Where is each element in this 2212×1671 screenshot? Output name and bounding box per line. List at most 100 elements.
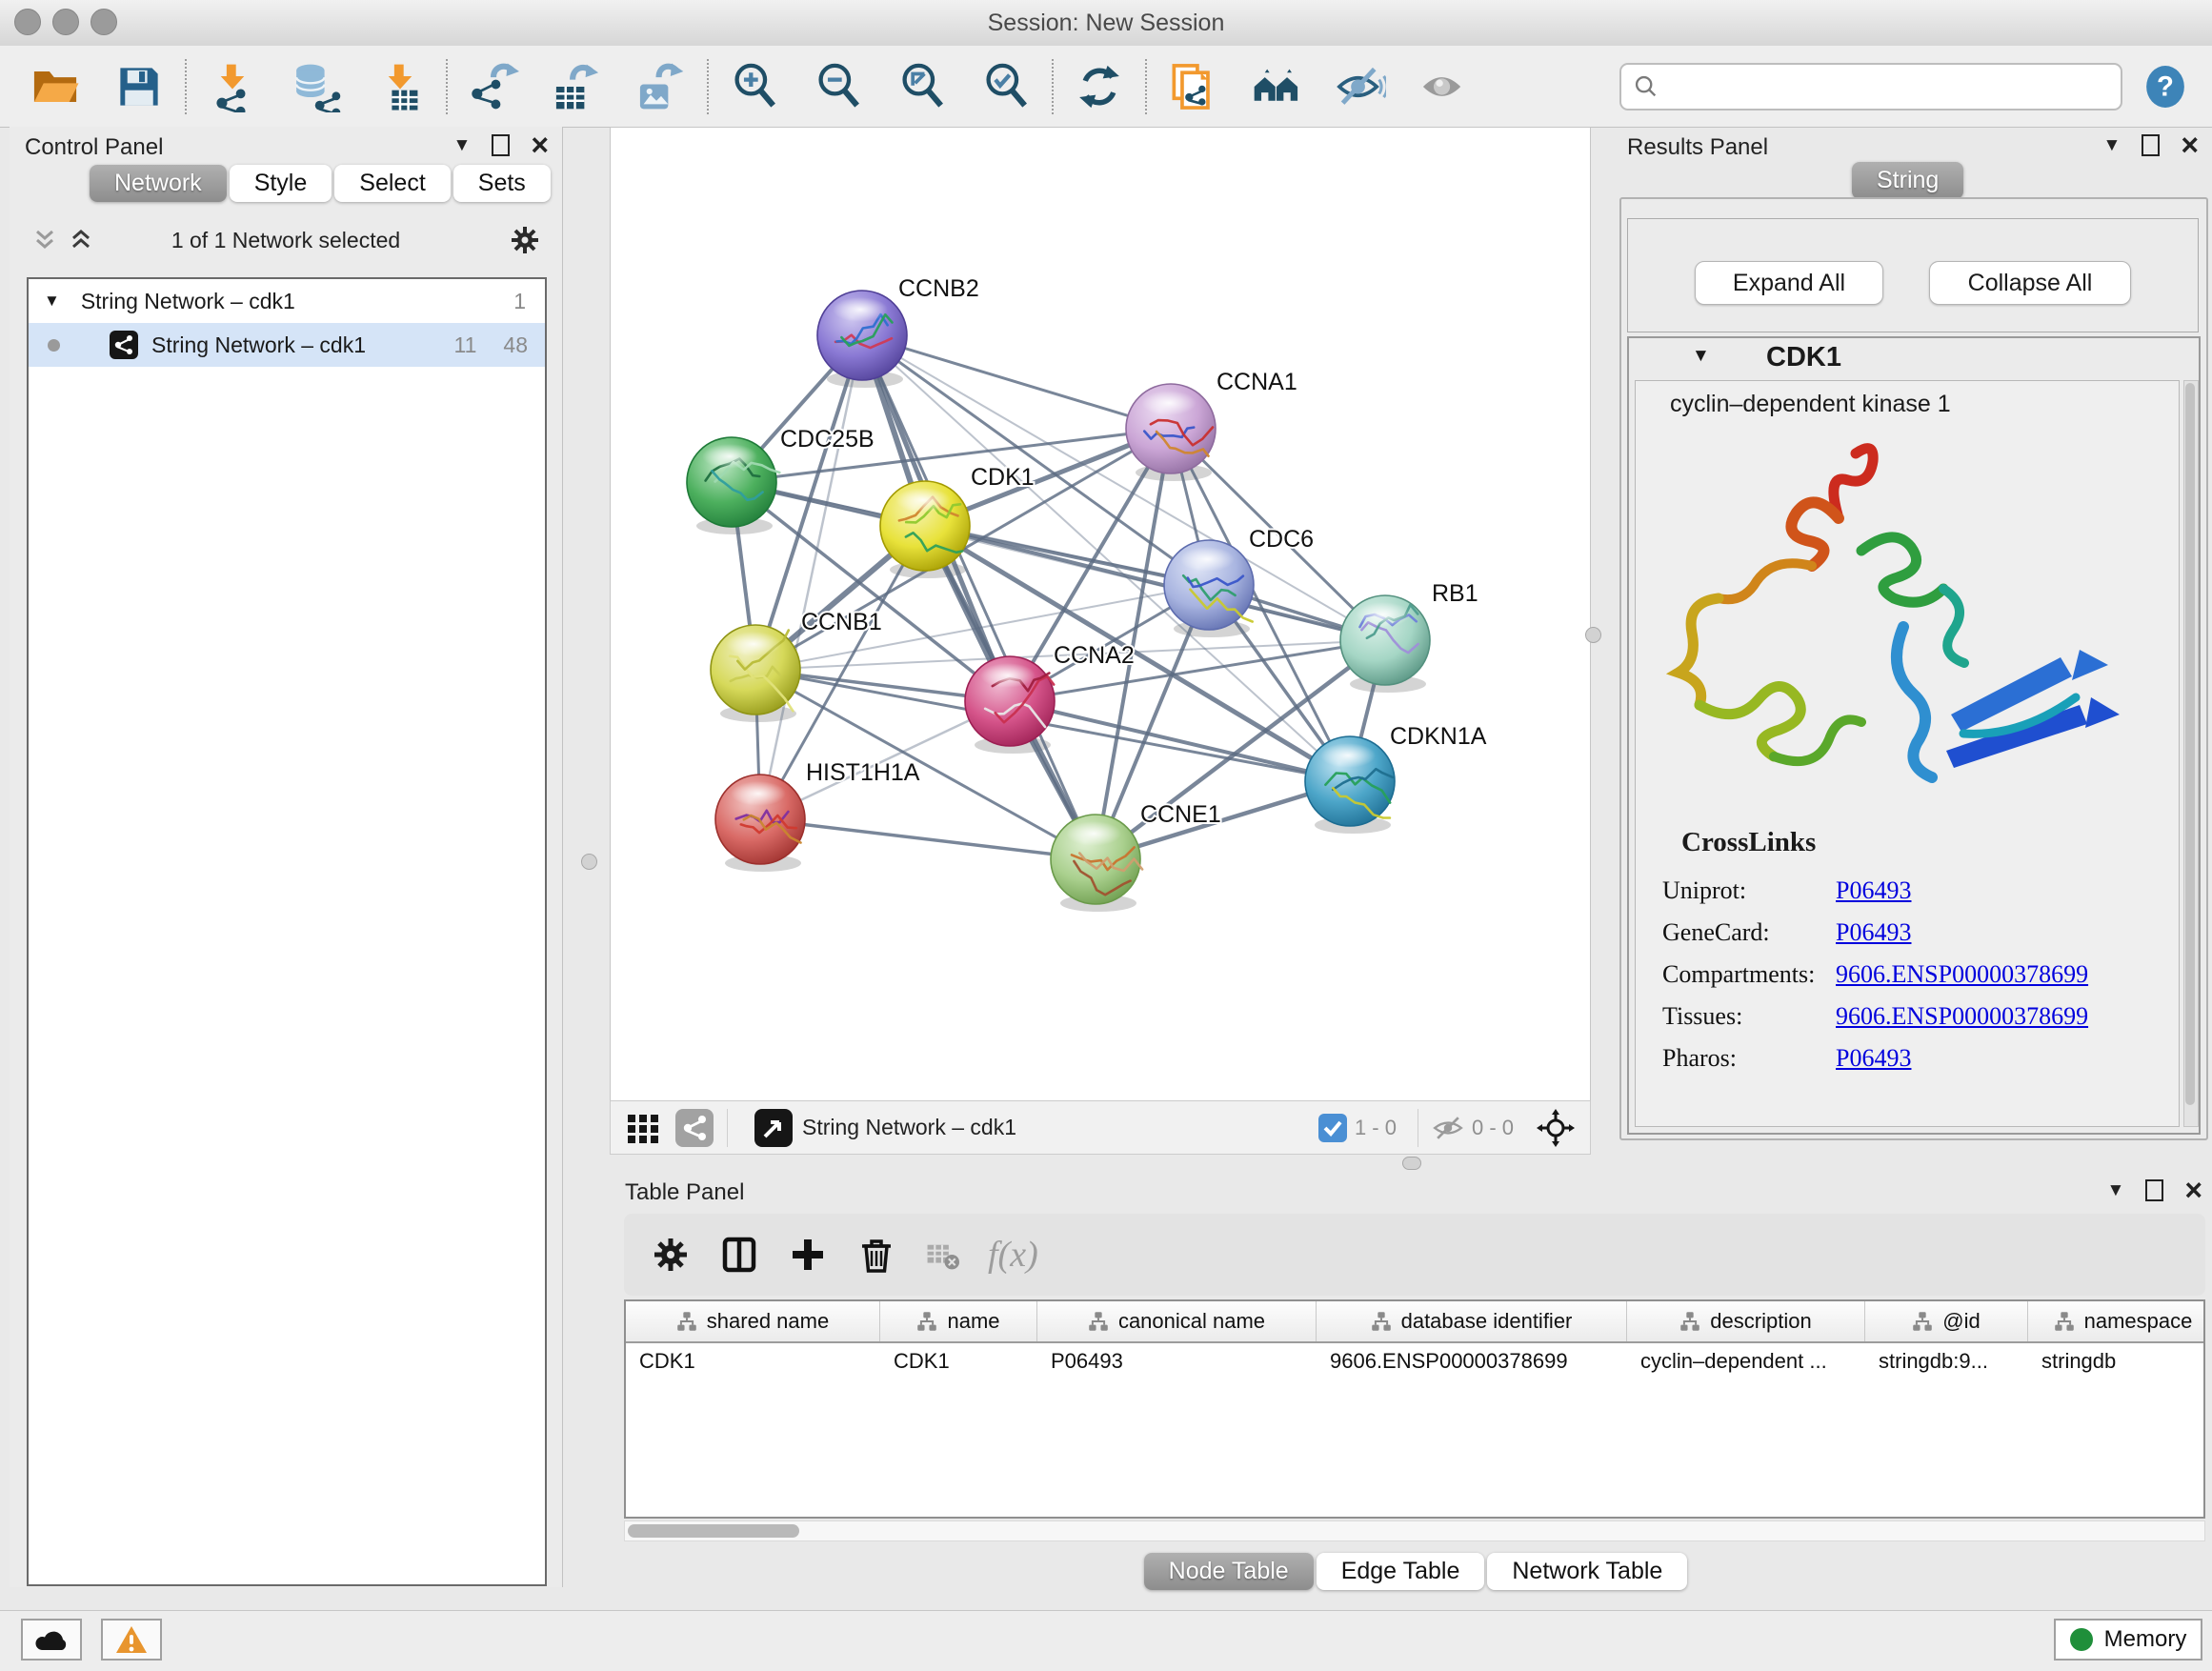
- zoom-selected-icon[interactable]: [964, 53, 1048, 120]
- crosslink-link-uniprot[interactable]: P06493: [1836, 876, 1911, 905]
- open-session-icon[interactable]: [13, 53, 97, 120]
- search-input[interactable]: [1669, 73, 2109, 100]
- network-edge-CCNB2-CCNA1[interactable]: [862, 335, 1171, 429]
- window-zoom-button[interactable]: [90, 9, 117, 35]
- network-node-CCNB1[interactable]: CCNB1: [711, 609, 882, 715]
- network-node-CDKN1A[interactable]: CDKN1A: [1305, 723, 1487, 826]
- tab-node-table[interactable]: Node Table: [1144, 1553, 1314, 1590]
- bottom-splitter-handle[interactable]: [1402, 1157, 1421, 1170]
- warnings-button[interactable]: [101, 1619, 162, 1661]
- window-minimize-button[interactable]: [52, 9, 79, 35]
- results-scrollbar-thumb[interactable]: [2185, 383, 2195, 1105]
- import-network-file-icon[interactable]: [191, 53, 274, 120]
- cloud-status-button[interactable]: [21, 1619, 82, 1661]
- delete-column-icon[interactable]: [856, 1235, 896, 1275]
- network-edge-CDK1-RB1[interactable]: [925, 526, 1385, 640]
- crosslink-link-tissues[interactable]: 9606.ENSP00000378699: [1836, 1002, 2088, 1031]
- selected-checkbox-icon[interactable]: [1318, 1114, 1347, 1142]
- right-splitter-handle[interactable]: [1585, 627, 1601, 643]
- column-header-canonical-name[interactable]: canonical name: [1037, 1301, 1317, 1341]
- close-panel-icon[interactable]: ×: [2184, 1181, 2202, 1199]
- column-header-id[interactable]: @id: [1865, 1301, 2028, 1341]
- collapse-panel-icon[interactable]: ▼: [453, 135, 472, 156]
- network-edge-HIST1H1A-CCNE1[interactable]: [760, 819, 1096, 859]
- window-close-button[interactable]: [14, 9, 41, 35]
- network-node-RB1[interactable]: RB1: [1340, 580, 1478, 685]
- protein-name: CDK1: [1766, 342, 1841, 373]
- crosslink-link-genecard[interactable]: P06493: [1836, 918, 1911, 947]
- float-panel-icon[interactable]: [2145, 1179, 2163, 1201]
- table-row[interactable]: CDK1CDK1P064939606.ENSP00000378699cyclin…: [626, 1343, 2203, 1379]
- collapse-panel-icon[interactable]: ▼: [2103, 135, 2122, 156]
- left-splitter-handle[interactable]: [581, 854, 597, 870]
- protein-panel-header[interactable]: ▼ CDK1: [1629, 338, 2199, 378]
- column-header-shared-name[interactable]: shared name: [626, 1301, 880, 1341]
- collapse-all-button[interactable]: Collapse All: [1929, 261, 2131, 305]
- tab-select[interactable]: Select: [334, 165, 450, 202]
- network-node-HIST1H1A[interactable]: HIST1H1A: [715, 759, 920, 864]
- birds-eye-view-icon[interactable]: [1535, 1107, 1577, 1149]
- tab-string[interactable]: String: [1852, 162, 1963, 199]
- float-panel-icon[interactable]: [2142, 134, 2160, 156]
- collapse-panel-icon[interactable]: ▼: [2107, 1180, 2125, 1201]
- close-panel-icon[interactable]: ×: [531, 136, 549, 154]
- expand-all-button[interactable]: Expand All: [1695, 261, 1883, 305]
- tab-sets[interactable]: Sets: [453, 165, 551, 202]
- tab-style[interactable]: Style: [230, 165, 332, 202]
- help-icon[interactable]: ?: [2143, 65, 2187, 109]
- network-canvas[interactable]: CCNB2CCNA1CDC25BCDK1CDC6RB1CCNB1CCNA2CDK…: [610, 127, 1591, 1101]
- table-scrollbar-thumb[interactable]: [628, 1524, 799, 1538]
- crosslink-link-pharos[interactable]: P06493: [1836, 1044, 1911, 1073]
- delete-table-icon[interactable]: [925, 1238, 959, 1272]
- network-edge-CCNA2-CDKN1A[interactable]: [1010, 701, 1350, 781]
- column-header-name[interactable]: name: [880, 1301, 1037, 1341]
- table-horizontal-scrollbar[interactable]: [624, 1520, 2205, 1541]
- tab-edge-table[interactable]: Edge Table: [1317, 1553, 1485, 1590]
- node-label-CDC6: CDC6: [1249, 526, 1314, 553]
- tab-network[interactable]: Network: [90, 165, 227, 202]
- show-columns-icon[interactable]: [719, 1235, 759, 1275]
- grid-view-icon[interactable]: [624, 1109, 662, 1147]
- import-network-database-icon[interactable]: [274, 53, 358, 120]
- function-builder-icon[interactable]: f(x): [988, 1234, 1038, 1276]
- cell-name: CDK1: [880, 1349, 1037, 1374]
- network-node-CDC6[interactable]: CDC6: [1164, 526, 1314, 630]
- refresh-icon[interactable]: [1057, 53, 1141, 120]
- network-selection-row: 1 of 1 Network selected: [10, 218, 562, 262]
- tab-network-table[interactable]: Network Table: [1487, 1553, 1687, 1590]
- zoom-out-icon[interactable]: [796, 53, 880, 120]
- first-neighbors-icon[interactable]: [1235, 53, 1318, 120]
- column-header-namespace[interactable]: namespace: [2028, 1301, 2205, 1341]
- import-table-file-icon[interactable]: [358, 53, 442, 120]
- network-edge-CCNB2-HIST1H1A[interactable]: [760, 335, 862, 819]
- float-panel-icon[interactable]: [492, 134, 510, 156]
- table-options-gear-icon[interactable]: [651, 1235, 691, 1275]
- network-node-CCNA1[interactable]: CCNA1: [1126, 369, 1297, 473]
- detach-view-icon[interactable]: [754, 1109, 793, 1147]
- copy-network-icon[interactable]: [1151, 53, 1235, 120]
- column-header-description[interactable]: description: [1627, 1301, 1865, 1341]
- hidden-eye-icon[interactable]: [1432, 1112, 1464, 1144]
- network-node-CDK1[interactable]: CDK1: [880, 464, 1035, 571]
- export-image-icon[interactable]: [619, 53, 703, 120]
- export-network-icon[interactable]: [452, 53, 535, 120]
- zoom-fit-icon[interactable]: [880, 53, 964, 120]
- network-collection-row[interactable]: ▼ String Network – cdk1 1: [29, 279, 545, 323]
- collection-expand-icon[interactable]: ▼: [44, 292, 60, 311]
- memory-button[interactable]: Memory: [2054, 1619, 2202, 1661]
- zoom-in-icon[interactable]: [713, 53, 796, 120]
- network-row[interactable]: String Network – cdk1 11 48: [29, 323, 545, 367]
- show-all-icon[interactable]: [1402, 53, 1486, 120]
- hide-selected-icon[interactable]: [1318, 53, 1402, 120]
- results-scrollbar[interactable]: [2183, 380, 2199, 1127]
- node-label-CDKN1A: CDKN1A: [1390, 723, 1487, 750]
- add-column-icon[interactable]: [788, 1235, 828, 1275]
- close-panel-icon[interactable]: ×: [2181, 136, 2199, 154]
- column-header-database-identifier[interactable]: database identifier: [1317, 1301, 1627, 1341]
- crosslink-link-compartments[interactable]: 9606.ENSP00000378699: [1836, 960, 2088, 989]
- export-table-icon[interactable]: [535, 53, 619, 120]
- save-session-icon[interactable]: [97, 53, 181, 120]
- network-view-icon[interactable]: [675, 1109, 714, 1147]
- collapse-protein-icon[interactable]: ▼: [1692, 346, 1710, 367]
- network-options-gear-icon[interactable]: [509, 224, 541, 256]
